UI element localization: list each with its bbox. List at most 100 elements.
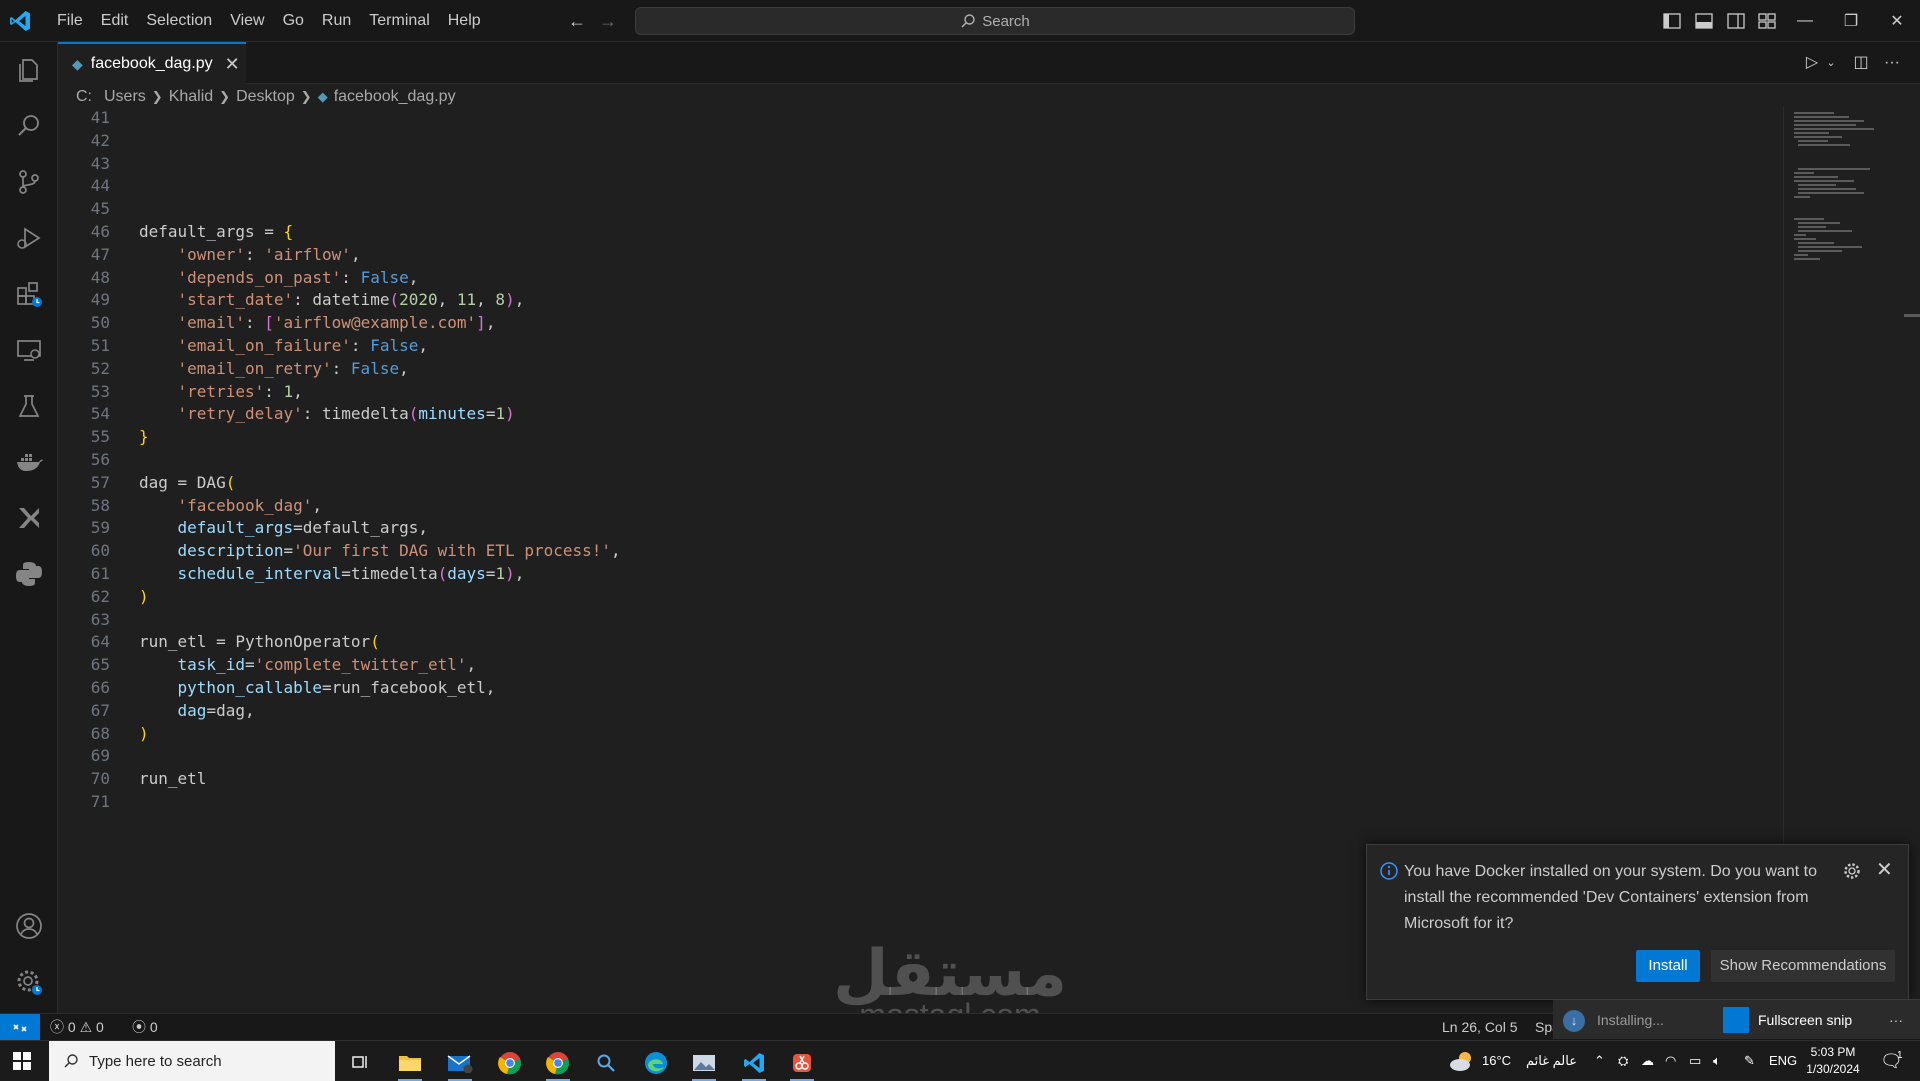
breadcrumb-file[interactable]: facebook_dag.py	[334, 88, 456, 106]
chrome-profile-taskbar-button[interactable]	[538, 1045, 578, 1081]
code-line[interactable]: 69	[58, 744, 1778, 767]
menu-run[interactable]: Run	[313, 12, 360, 30]
input-language[interactable]: ENG	[1769, 1041, 1797, 1081]
vscode-taskbar-button[interactable]	[734, 1045, 774, 1081]
code-line[interactable]: 49 'start_date': datetime(2020, 11, 8),	[58, 288, 1778, 311]
tab-facebook-dag[interactable]: ◆ facebook_dag.py ✕	[58, 42, 246, 84]
restore-window-icon[interactable]: ❐	[1828, 0, 1874, 42]
wifi-icon[interactable]: ◠	[1665, 1041, 1676, 1081]
code-line[interactable]: 59 default_args=default_args,	[58, 516, 1778, 539]
menu-terminal[interactable]: Terminal	[360, 12, 438, 30]
mail-taskbar-button[interactable]	[440, 1045, 480, 1081]
forward-arrow-icon[interactable]: →	[597, 10, 619, 32]
menu-selection[interactable]: Selection	[137, 12, 221, 30]
menu-edit[interactable]: Edit	[92, 12, 138, 30]
code-line[interactable]: 63	[58, 608, 1778, 631]
taskbar-search-box[interactable]: Type here to search	[49, 1041, 335, 1081]
windows-start-icon[interactable]	[12, 1051, 32, 1071]
battery-icon[interactable]: ▭	[1689, 1041, 1701, 1081]
code-line[interactable]: 66 python_callable=run_facebook_etl,	[58, 676, 1778, 699]
code-line[interactable]: 55}	[58, 425, 1778, 448]
code-line[interactable]: 70 run_etl	[58, 767, 1778, 790]
close-window-icon[interactable]: ✕	[1874, 0, 1920, 42]
more-icon[interactable]: ···	[1889, 1000, 1903, 1040]
testing-button[interactable]	[0, 378, 58, 434]
tray-app-icon[interactable]: ⛭	[1618, 1041, 1628, 1081]
code-line[interactable]: 62)	[58, 585, 1778, 608]
code-line[interactable]: 68)	[58, 722, 1778, 745]
weather-temperature[interactable]: 16°C	[1482, 1041, 1511, 1081]
manage-button[interactable]	[0, 954, 58, 1010]
close-icon[interactable]: ✕	[1876, 857, 1893, 882]
code-line[interactable]: 43	[58, 152, 1778, 175]
command-center-search[interactable]: Search	[635, 7, 1355, 35]
edge-taskbar-button[interactable]	[636, 1045, 676, 1081]
file-explorer-taskbar-button[interactable]	[390, 1045, 430, 1081]
code-line[interactable]: 65 task_id='complete_twitter_etl',	[58, 653, 1778, 676]
explorer-button[interactable]	[0, 42, 58, 98]
source-control-button[interactable]	[0, 154, 58, 210]
minimize-window-icon[interactable]: —	[1782, 0, 1828, 42]
chrome-taskbar-button[interactable]	[490, 1045, 530, 1081]
ports-indicator[interactable]: ⦿ 0	[132, 1014, 158, 1041]
code-line[interactable]: 60 description='Our first DAG with ETL p…	[58, 539, 1778, 562]
breadcrumb-users[interactable]: Users	[104, 88, 146, 106]
menu-go[interactable]: Go	[274, 12, 313, 30]
breadcrumb-desktop[interactable]: Desktop	[236, 88, 295, 106]
code-line[interactable]: 61 schedule_interval=timedelta(days=1),	[58, 562, 1778, 585]
code-line[interactable]: 64 run_etl = PythonOperator(	[58, 630, 1778, 653]
code-line[interactable]: 57 dag = DAG(	[58, 471, 1778, 494]
code-line[interactable]: 71	[58, 790, 1778, 813]
breadcrumb-khalid[interactable]: Khalid	[169, 88, 213, 106]
code-line[interactable]: 41	[58, 106, 1778, 129]
search-app-taskbar-button[interactable]	[586, 1045, 626, 1081]
code-line[interactable]: 44	[58, 174, 1778, 197]
cursor-position[interactable]: Ln 26, Col 5	[1442, 1014, 1518, 1041]
code-line[interactable]: 53 'retries': 1,	[58, 380, 1778, 403]
install-button[interactable]: Install	[1636, 950, 1700, 982]
snipping-tool-taskbar-button[interactable]	[782, 1045, 822, 1081]
remote-explorer-button[interactable]	[0, 322, 58, 378]
toggle-primary-sidebar-icon[interactable]	[1662, 11, 1682, 31]
customize-layout-icon[interactable]	[1757, 11, 1777, 31]
photos-taskbar-button[interactable]	[684, 1045, 724, 1081]
taskbar-clock[interactable]: 5:03 PM 1/30/2024	[1796, 1044, 1870, 1078]
extensions-button[interactable]	[0, 266, 58, 322]
code-line[interactable]: 50 'email': ['airflow@example.com'],	[58, 311, 1778, 334]
back-arrow-icon[interactable]: ←	[566, 10, 588, 32]
code-line[interactable]: 58 'facebook_dag',	[58, 494, 1778, 517]
breadcrumb-drive[interactable]: C:	[76, 88, 92, 106]
code-line[interactable]: 67 dag=dag,	[58, 699, 1778, 722]
docker-button[interactable]	[0, 434, 58, 490]
split-editor-icon[interactable]: ◫	[1850, 52, 1872, 74]
accounts-button[interactable]	[0, 898, 58, 954]
remote-indicator-button[interactable]	[0, 1014, 40, 1041]
more-actions-icon[interactable]: ···	[1881, 52, 1903, 74]
menu-help[interactable]: Help	[439, 12, 490, 30]
code-line[interactable]: 46 default_args = {	[58, 220, 1778, 243]
show-hidden-icons-chevron-icon[interactable]: ⌃	[1594, 1041, 1605, 1081]
toggle-panel-icon[interactable]	[1694, 11, 1714, 31]
toggle-secondary-sidebar-icon[interactable]	[1726, 11, 1746, 31]
python-button[interactable]	[0, 546, 58, 602]
code-line[interactable]: 52 'email_on_retry': False,	[58, 357, 1778, 380]
weather-description[interactable]: عالم غائم	[1526, 1041, 1577, 1081]
code-line[interactable]: 47 'owner': 'airflow',	[58, 243, 1778, 266]
close-tab-icon[interactable]: ✕	[225, 54, 240, 75]
code-line[interactable]: 54 'retry_delay': timedelta(minutes=1)	[58, 402, 1778, 425]
fullscreen-snip-button[interactable]: Fullscreen snip	[1758, 1000, 1852, 1040]
onedrive-cloud-icon[interactable]: ☁	[1641, 1041, 1654, 1081]
run-and-debug-button[interactable]	[0, 210, 58, 266]
menu-view[interactable]: View	[221, 12, 273, 30]
code-line[interactable]: 51 'email_on_failure': False,	[58, 334, 1778, 357]
code-line[interactable]: 48 'depends_on_past': False,	[58, 266, 1778, 289]
code-line[interactable]: 45	[58, 197, 1778, 220]
code-line[interactable]: 56	[58, 448, 1778, 471]
gear-icon[interactable]	[1842, 861, 1862, 881]
search-view-button[interactable]	[0, 98, 58, 154]
problems-indicator[interactable]: ⓧ 0 ⚠ 0	[50, 1014, 104, 1041]
kubernetes-extension-button[interactable]	[0, 490, 58, 546]
menu-file[interactable]: File	[48, 12, 92, 30]
task-view-button[interactable]	[340, 1045, 380, 1081]
editor-scrollbar-thumb[interactable]	[1904, 314, 1920, 317]
